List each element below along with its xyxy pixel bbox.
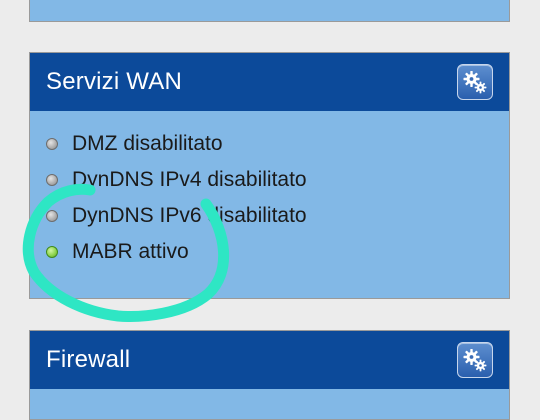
- wan-status-list: DMZ disabilitato DynDNS IPv4 disabilitat…: [44, 131, 307, 275]
- status-item-mabr: MABR attivo: [44, 239, 307, 275]
- previous-panel: [29, 0, 510, 22]
- grey-dot-icon: [46, 138, 58, 150]
- wan-services-panel: Servizi WAN DMZ disabilitato DynDNS IPv4…: [29, 52, 510, 299]
- firewall-header: Firewall: [30, 331, 509, 389]
- status-label: DynDNS IPv4 disabilitato: [72, 168, 307, 191]
- firewall-panel: Firewall: [29, 330, 510, 420]
- wan-settings-button[interactable]: [457, 64, 493, 100]
- gear-icon: [463, 71, 487, 94]
- grey-dot-icon: [46, 210, 58, 222]
- grey-dot-icon: [46, 174, 58, 186]
- firewall-title: Firewall: [46, 346, 131, 373]
- green-dot-icon: [46, 246, 58, 258]
- wan-services-header: Servizi WAN: [30, 53, 509, 111]
- wan-services-title: Servizi WAN: [46, 68, 182, 95]
- firewall-settings-button[interactable]: [457, 342, 493, 378]
- status-label: MABR attivo: [72, 240, 189, 263]
- status-label: DynDNS IPv6 disabilitato: [72, 204, 307, 227]
- status-item-dyndns-ipv6: DynDNS IPv6 disabilitato: [44, 203, 307, 239]
- status-label: DMZ disabilitato: [72, 132, 223, 155]
- gear-icon: [463, 349, 487, 372]
- status-item-dyndns-ipv4: DynDNS IPv4 disabilitato: [44, 167, 307, 203]
- status-item-dmz: DMZ disabilitato: [44, 131, 307, 167]
